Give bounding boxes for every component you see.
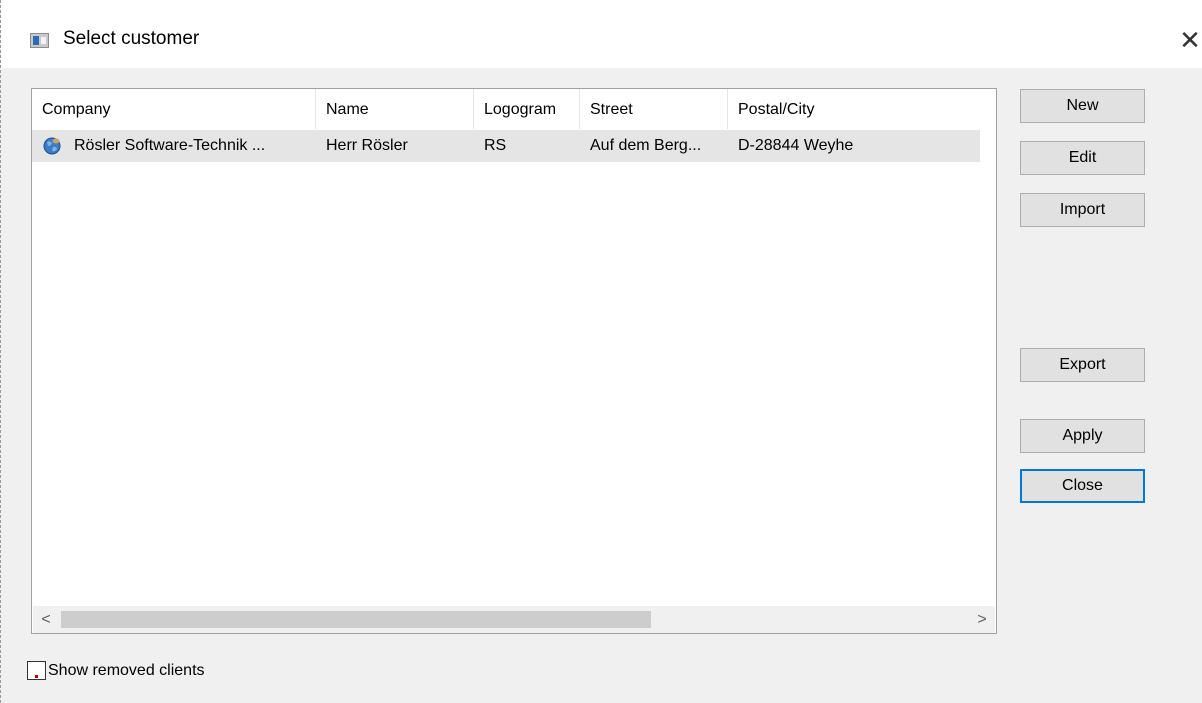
show-removed-clients-label[interactable]: Show removed clients <box>48 659 205 683</box>
select-customer-dialog: Select customer ✕ Company Name Logogram … <box>0 0 1202 703</box>
column-header-name[interactable]: Name <box>316 89 474 129</box>
title-bar: Select customer ✕ <box>1 0 1202 68</box>
cell-name: Herr Rösler <box>326 137 408 154</box>
scroll-right-arrow-icon[interactable]: > <box>969 606 995 633</box>
horizontal-scrollbar[interactable]: < > <box>33 606 995 633</box>
cell-street: Auf dem Berg... <box>590 137 702 154</box>
scroll-left-arrow-icon[interactable]: < <box>33 606 59 633</box>
table-row[interactable]: Rösler Software-Technik ... Herr Rösler … <box>32 130 980 162</box>
customer-globe-icon <box>42 136 62 156</box>
column-header-postal-city[interactable]: Postal/City <box>728 89 996 129</box>
export-button[interactable]: Export <box>1020 348 1145 382</box>
cell-postal-city: D-28844 Weyhe <box>738 137 854 154</box>
column-header-company[interactable]: Company <box>32 89 316 129</box>
close-button[interactable]: Close <box>1020 469 1145 503</box>
edit-button[interactable]: Edit <box>1020 141 1145 175</box>
list-header: Company Name Logogram Street Postal/City <box>32 89 996 129</box>
cell-logogram: RS <box>484 137 507 154</box>
customer-list[interactable]: Company Name Logogram Street Postal/City… <box>31 88 997 634</box>
app-window-icon <box>30 33 49 48</box>
column-header-logogram[interactable]: Logogram <box>474 89 580 129</box>
show-removed-clients-checkbox[interactable] <box>27 661 46 680</box>
dialog-title: Select customer <box>63 28 200 49</box>
close-window-icon[interactable]: ✕ <box>1177 27 1202 53</box>
column-header-street[interactable]: Street <box>580 89 728 129</box>
cell-company: Rösler Software-Technik ... <box>74 137 266 154</box>
import-button[interactable]: Import <box>1020 193 1145 227</box>
apply-button[interactable]: Apply <box>1020 419 1145 453</box>
new-button[interactable]: New <box>1020 89 1145 123</box>
scroll-thumb[interactable] <box>61 611 651 628</box>
